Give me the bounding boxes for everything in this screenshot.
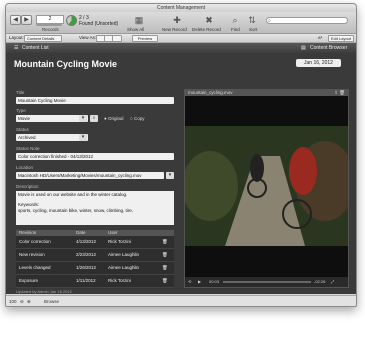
list-icon: ☰	[14, 45, 19, 51]
title-field[interactable]: Mountain Cycling Movie	[16, 97, 174, 104]
content-area: ☰ Content List ▤ Content Browser Mountai…	[6, 43, 356, 294]
type-label: Type	[16, 108, 26, 113]
browser-icon: ▤	[301, 45, 306, 51]
find-icon[interactable]: ⌕	[230, 15, 240, 25]
zoom-level[interactable]: 100	[9, 296, 17, 306]
layout-bar: Layout: Content Details View As: Preview…	[6, 34, 356, 43]
revision-cell: Exposure	[19, 278, 39, 283]
location-chevron-icon[interactable]: ▾	[166, 172, 174, 179]
record-date[interactable]: Jan 16, 2012	[296, 59, 341, 67]
revisions-table: Revision Date User Color correction 4/13…	[16, 230, 174, 288]
window-title: Content Management	[156, 5, 206, 11]
content-list-link[interactable]: Content List	[22, 43, 49, 53]
status-bar: 100 ⊖ ⊕ Browse	[6, 295, 356, 306]
layout-label: Layout:	[9, 35, 24, 40]
records-label: Records	[42, 27, 59, 32]
edit-layout-button[interactable]: Edit Layout	[328, 35, 354, 42]
show-all-button[interactable]: Show All	[127, 27, 144, 32]
page-title: Mountain Cycling Movie	[14, 59, 118, 69]
user-cell: Rick Torzini	[108, 239, 131, 244]
date-cell: 4/13/2012	[76, 239, 97, 244]
radio-original[interactable]: ● Original	[104, 116, 123, 121]
delete-record-icon[interactable]: ✖	[204, 15, 214, 25]
type-select[interactable]: Movie	[16, 115, 88, 122]
video-controls: ⟲ ▶ 00:03 -02:26 ⤢	[185, 277, 348, 287]
loop-icon[interactable]: ⟲	[188, 277, 191, 287]
timeline-scrubber[interactable]	[223, 281, 311, 283]
video-frame	[185, 96, 348, 277]
play-icon[interactable]: ▶	[198, 277, 201, 287]
location-field[interactable]: Macintosh HD/Users/Marketing/Movies/moun…	[16, 172, 164, 179]
found-status: 2 / 3 Found (Unsorted)	[79, 15, 118, 27]
status-chevron-icon[interactable]: ▾	[79, 134, 87, 141]
sort-button[interactable]: Sort	[249, 27, 257, 32]
date-cell: 1/11/2012	[76, 278, 96, 283]
mode-label[interactable]: Browse	[44, 296, 59, 306]
fullscreen-icon[interactable]: ⤢	[331, 277, 334, 287]
delete-row-icon[interactable]: 🗑	[162, 262, 168, 274]
user-cell: Aimee Laughlin	[108, 265, 140, 270]
app-window: Content Management ◀ ▶ 2 Records 2 / 3 F…	[5, 3, 357, 307]
video-filename: mountain_cycling.mov	[188, 90, 233, 95]
table-row[interactable]: Levels changed 1/26/2012 Aimee Laughlin …	[16, 262, 174, 275]
layout-select[interactable]: Content Details	[24, 35, 62, 42]
view-table-button[interactable]	[112, 35, 122, 42]
description-label: Description	[16, 184, 39, 189]
zoom-out-icon[interactable]: ⊖	[20, 296, 24, 306]
found-label: Found (Unsorted)	[79, 21, 119, 27]
title-label: Title	[16, 90, 25, 95]
radio-copy-label: Copy	[133, 116, 145, 121]
type-search-button[interactable]: ⌕	[90, 115, 98, 122]
record-number-field[interactable]: 2	[36, 15, 64, 24]
table-row[interactable]: Exposure 1/11/2012 Rick Torzini 🗑	[16, 275, 174, 288]
delete-row-icon[interactable]: 🗑	[162, 236, 168, 248]
table-row[interactable]: New revision 2/23/2012 Aimee Laughlin 🗑	[16, 249, 174, 262]
text-format-button[interactable]: Aª	[318, 34, 322, 42]
status-note-label: Status Note	[16, 146, 40, 151]
status-select[interactable]: Archived	[16, 134, 88, 141]
zoom-in-icon[interactable]: ⊕	[27, 296, 31, 306]
date-cell: 1/26/2012	[76, 265, 97, 270]
video-player[interactable]: mountain_cycling.mov ⇪ 🗑 ⟲ ▶ 00:03 -02:2…	[184, 89, 349, 288]
date-cell: 2/23/2012	[76, 252, 97, 257]
time-end: -02:26	[314, 279, 326, 284]
description-field[interactable]: Movie is used on our website and in the …	[16, 191, 174, 225]
view-as-label: View As:	[79, 35, 97, 40]
location-label: Location	[16, 165, 34, 170]
time-start: 00:03	[209, 279, 220, 284]
show-all-icon[interactable]: ▦	[134, 15, 144, 25]
revision-cell: Color correction	[19, 239, 51, 244]
status-note-field[interactable]: Color correction finished - 04/13/2012	[16, 153, 174, 160]
revision-cell: Levels changed	[19, 265, 51, 270]
revision-cell: New revision	[19, 252, 45, 257]
preview-button[interactable]: Preview	[132, 35, 158, 42]
search-input[interactable]: ⌕	[266, 17, 348, 24]
new-record-button[interactable]: New Record	[162, 27, 187, 32]
toolbar: ◀ ▶ 2 Records 2 / 3 Found (Unsorted) ▦ S…	[6, 12, 356, 34]
user-cell: Aimee Laughlin	[108, 252, 140, 257]
delete-record-button[interactable]: Delete Record	[192, 27, 221, 32]
status-label: Status	[16, 127, 29, 132]
user-cell: Rick Torzini	[108, 278, 131, 283]
chevron-down-icon[interactable]: ▾	[79, 115, 87, 122]
record-slider[interactable]	[36, 24, 62, 26]
updated-note: Updated by Admin Jan 16 2012	[16, 289, 72, 294]
previous-record-button[interactable]: ◀	[10, 15, 21, 25]
new-record-icon[interactable]: ✚	[172, 15, 182, 25]
sort-icon[interactable]: ⇅	[247, 15, 257, 25]
radio-original-label: Original	[107, 116, 124, 121]
table-row[interactable]: Color correction 4/13/2012 Rick Torzini …	[16, 236, 174, 249]
find-button[interactable]: Find	[231, 27, 240, 32]
radio-copy[interactable]: ○ Copy	[130, 116, 144, 121]
content-header: ☰ Content List ▤ Content Browser	[6, 43, 356, 53]
title-bar: Content Management	[6, 4, 356, 12]
content-browser-link[interactable]: Content Browser	[310, 43, 347, 53]
keywords-text: sports, cycling, mountain bike, winter, …	[18, 208, 134, 213]
search-icon: ⌕	[268, 18, 271, 24]
next-record-button[interactable]: ▶	[21, 15, 32, 25]
found-pie-icon	[66, 15, 77, 26]
delete-row-icon[interactable]: 🗑	[162, 249, 168, 261]
delete-row-icon[interactable]: 🗑	[162, 275, 168, 287]
